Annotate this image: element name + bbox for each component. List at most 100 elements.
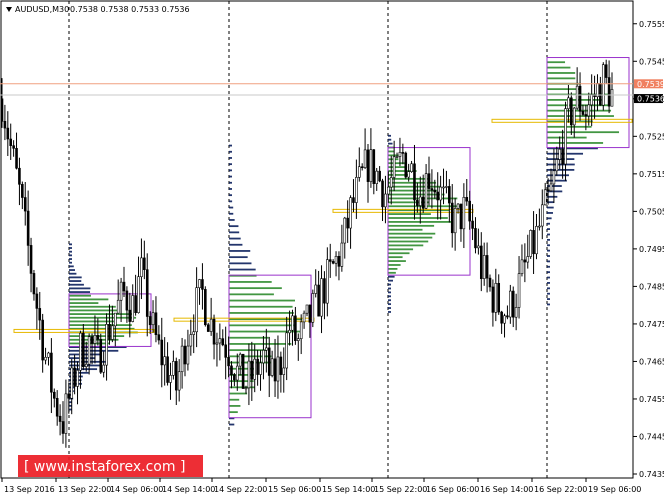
candle-body — [122, 281, 126, 292]
candle-body — [328, 259, 332, 262]
candle-body — [67, 393, 71, 399]
candle-body — [154, 312, 158, 336]
profile-bar — [229, 169, 232, 172]
candle-body — [282, 367, 286, 375]
profile-bar — [388, 295, 391, 298]
profile-bar — [388, 287, 391, 290]
price-tick-label: 0.7515 — [639, 170, 664, 179]
candle-body — [18, 167, 21, 185]
profile-bar — [388, 275, 395, 278]
candle-body — [87, 336, 91, 365]
profile-bar — [229, 392, 248, 395]
ohlc-label: 0.7538 0.7538 0.7533 0.7536 — [70, 5, 190, 14]
candle-body — [21, 184, 24, 198]
candle-body — [360, 166, 364, 169]
profile-bar — [229, 243, 243, 246]
profile-bar — [229, 250, 251, 252]
candle-body — [163, 356, 166, 366]
candle-body — [47, 352, 50, 358]
candle-body — [209, 318, 213, 332]
time-tick-label: 15 Sep 14:00 — [322, 485, 375, 494]
chart-title: AUDUSD,M30 0.7538 0.7538 0.7533 0.7536 — [6, 5, 190, 14]
watermark[interactable]: [ www.instaforex.com ] — [18, 455, 203, 477]
candle-body — [235, 365, 239, 381]
profile-bar — [547, 244, 550, 247]
candle-body — [511, 290, 515, 318]
profile-bar — [229, 256, 248, 259]
profile-bar — [547, 98, 602, 101]
profile-bar — [388, 244, 424, 247]
profile-bar — [229, 287, 282, 290]
candle-body — [84, 363, 88, 367]
candle-body — [6, 127, 10, 140]
candle-body — [503, 315, 506, 324]
candle-body — [195, 287, 198, 333]
profile-bar — [388, 256, 403, 259]
profile-bar — [547, 292, 550, 295]
triangle-down-icon — [6, 7, 12, 12]
profile-bar — [69, 291, 91, 293]
candle-body — [128, 309, 132, 322]
profile-bar — [388, 283, 391, 286]
time-tick-label: 15 Sep 06:00 — [268, 485, 321, 494]
current-price-box: 0.7539 — [634, 79, 664, 89]
candle-body — [465, 197, 469, 202]
price-tick-label: 0.7435 — [639, 470, 664, 479]
profile-bar — [388, 217, 448, 219]
candle-body — [299, 321, 303, 339]
last-price-label: 0.7536 — [637, 95, 664, 104]
profile-bar — [547, 125, 592, 128]
candle-body — [439, 186, 442, 201]
candle-body — [108, 324, 111, 340]
candle-body — [177, 371, 181, 391]
candle-body — [44, 356, 47, 361]
candle-body — [474, 228, 477, 249]
profile-bar — [69, 305, 116, 308]
profile-bar — [547, 265, 550, 268]
time-tick-label: 16 Sep 14:00 — [480, 485, 533, 494]
price-tick-label: 0.7445 — [639, 432, 664, 441]
candle-body — [491, 286, 495, 313]
candle-body — [410, 163, 413, 172]
price-tick-label: 0.7545 — [639, 57, 664, 66]
profile-bar — [69, 283, 84, 286]
candle-body — [230, 365, 233, 375]
profile-bar — [388, 236, 433, 239]
candle-body — [357, 166, 361, 178]
candle-body — [218, 338, 222, 344]
candle-body — [477, 245, 480, 249]
candle-body — [398, 152, 402, 157]
candle-body — [192, 331, 196, 335]
candle-body — [558, 148, 562, 160]
profile-bar — [388, 150, 395, 153]
candle-body — [3, 121, 7, 129]
profile-bar — [69, 353, 102, 356]
candle-body — [93, 335, 97, 344]
last-price-box: 0.7536 — [634, 94, 664, 104]
candle-body — [198, 279, 201, 289]
price-chart[interactable]: AUDUSD,M30 0.7538 0.7538 0.7533 0.7536 0… — [0, 0, 664, 498]
candle-body — [131, 295, 135, 322]
profile-bar — [69, 349, 119, 352]
candle-body — [497, 282, 501, 313]
profile-bar — [547, 142, 604, 144]
candle-body — [448, 186, 451, 204]
candle-body — [76, 370, 79, 387]
candle-body — [540, 204, 544, 227]
candle-body — [305, 304, 309, 314]
time-tick-label: 16 Sep 22:00 — [534, 485, 587, 494]
profile-bar — [547, 66, 571, 69]
candle-body — [381, 180, 384, 208]
current-price-label: 0.7539 — [637, 80, 664, 89]
candle-body — [581, 110, 585, 115]
profile-bar — [229, 175, 232, 178]
candle-body — [471, 220, 474, 229]
candle-body — [189, 334, 193, 347]
candle-body — [424, 173, 428, 209]
candle-body — [79, 332, 82, 371]
profile-bar — [388, 248, 414, 251]
profile-bar — [547, 249, 550, 252]
time-tick-label: 15 Sep 22:00 — [374, 485, 427, 494]
profile-bar — [388, 299, 391, 302]
profile-bar — [547, 212, 553, 214]
